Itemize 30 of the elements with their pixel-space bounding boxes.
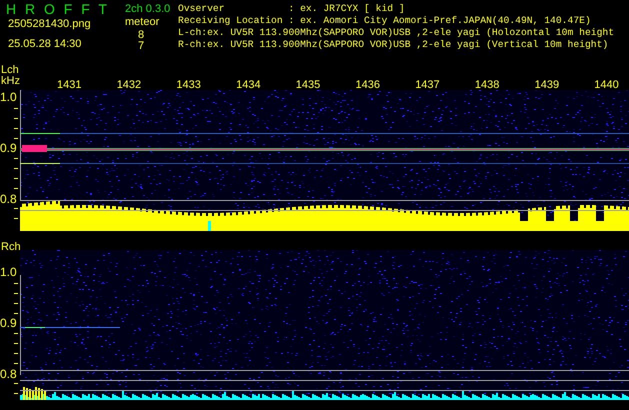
frequency-label: 0.8 xyxy=(0,367,17,381)
time-tick-label: 1435 xyxy=(296,79,320,91)
frequency-label: 0.9 xyxy=(0,141,17,155)
info-line: R-ch:ex. UV5R 113.900Mhz(SAPPORO VOR)USB ,2-ele yagi (Vertical 10m height) xyxy=(178,39,610,51)
version-label: 2ch 0.3.0 xyxy=(125,3,170,15)
frequency-label: 1.0 xyxy=(0,265,17,279)
meteor-count: 7 xyxy=(138,40,144,52)
info-line: L-ch:ex. UV5R 113.900Mhz(SAPPORO VOR)USB ,2-ele yagi (Holozontal 10m height xyxy=(178,27,614,39)
info-line: Receiving Location : ex. Aomori City Aomori-Pref.JAPAN(40.49N, 140.47E) xyxy=(178,15,592,27)
time-tick-label: 1437 xyxy=(415,79,440,91)
time-tick-label: 1436 xyxy=(356,79,380,91)
file-name: 2505281430.png xyxy=(8,18,91,30)
time-tick-label: 1432 xyxy=(116,79,142,91)
time-tick-label: 1438 xyxy=(474,79,500,91)
time-tick-label: 1434 xyxy=(236,79,261,91)
channel-label: Rch xyxy=(1,241,21,253)
frequency-label: 0.8 xyxy=(0,192,17,206)
time-tick-label: 1433 xyxy=(176,79,201,91)
timestamp: 25.05.28 14:30 xyxy=(8,38,82,50)
meteor-label: meteor xyxy=(125,16,160,28)
time-tick-label: 1431 xyxy=(57,79,82,91)
meteor-count: 8 xyxy=(138,29,144,41)
unit-label: kHz xyxy=(1,75,20,87)
time-tick-label: 1439 xyxy=(534,79,560,91)
channel-label: Lch xyxy=(1,64,19,76)
frequency-label: 1.0 xyxy=(0,90,17,104)
time-tick-label: 1440 xyxy=(594,79,619,91)
info-line: Ovserver : ex. JR7CYX [ kid ] xyxy=(178,3,406,15)
app-title: H R O F F T xyxy=(6,1,107,17)
frequency-label: 0.9 xyxy=(0,316,17,330)
